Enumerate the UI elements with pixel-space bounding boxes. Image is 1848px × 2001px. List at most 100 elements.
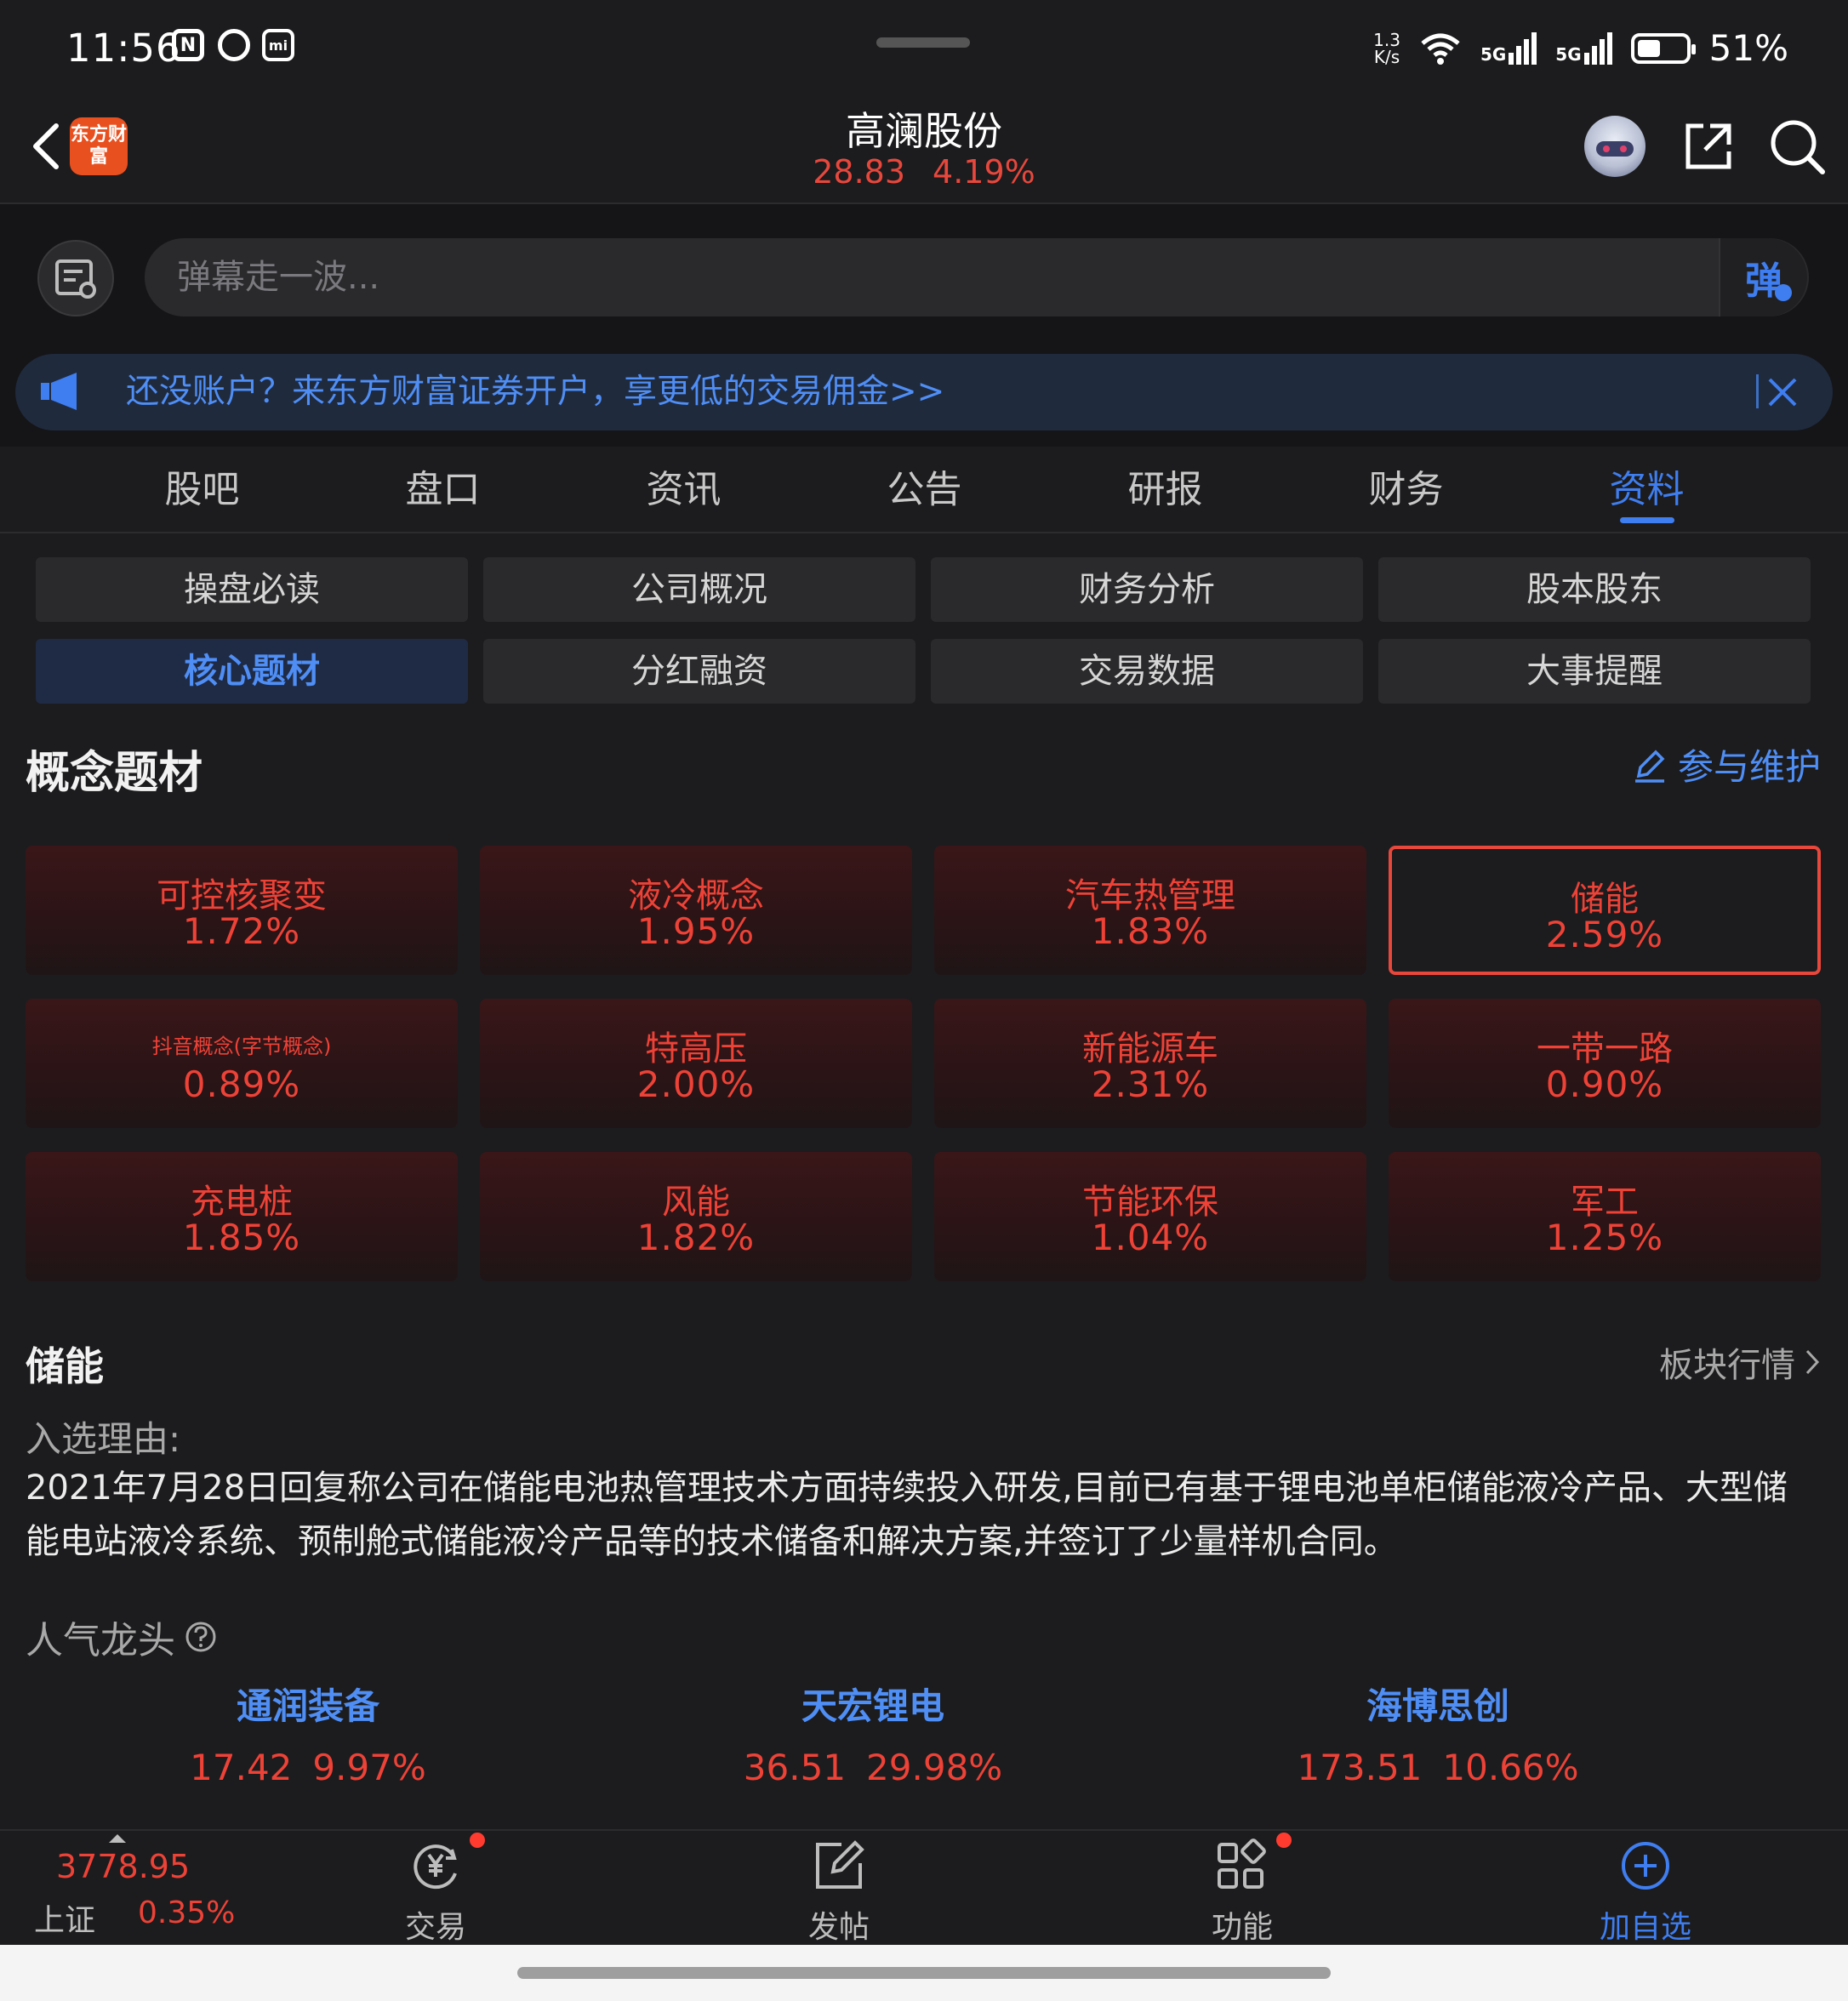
add-watchlist-label: 加自选 xyxy=(1599,1910,1691,1945)
tab-3[interactable]: 公告 xyxy=(804,447,1045,532)
danmu-input[interactable]: 弹幕走一波... xyxy=(145,238,1809,316)
status-right: 1.3 K/s 5G 5G 51% xyxy=(1373,27,1788,69)
signal-icon-1: 5G xyxy=(1480,31,1537,65)
close-icon[interactable] xyxy=(1761,371,1804,413)
tab-1[interactable]: 盘口 xyxy=(322,447,563,532)
leader-stock[interactable]: 通润装备 17.42 9.97% xyxy=(95,1678,521,1788)
detail-title: 储能 xyxy=(26,1343,104,1389)
maintain-label: 参与维护 xyxy=(1678,746,1822,788)
concept-card[interactable]: 抖音概念(字节概念) 0.89% xyxy=(26,999,458,1128)
leader-change: 9.97% xyxy=(312,1747,426,1788)
concept-card[interactable]: 风能 1.82% xyxy=(480,1152,912,1281)
add-watchlist-button[interactable]: 加自选 xyxy=(1552,1836,1739,1947)
help-icon[interactable] xyxy=(184,1620,218,1654)
concept-card[interactable]: 节能环保 1.04% xyxy=(934,1152,1366,1281)
maintain-button[interactable]: 参与维护 xyxy=(1632,738,1821,790)
tab-5[interactable]: 财务 xyxy=(1286,447,1526,532)
stock-change: 4.19% xyxy=(933,153,1035,191)
tab-6[interactable]: 资料 xyxy=(1526,447,1767,532)
sector-quote-link[interactable]: 板块行情 xyxy=(1659,1337,1821,1387)
wifi-icon xyxy=(1421,33,1460,65)
battery-icon xyxy=(1630,32,1696,64)
mi-icon: mi xyxy=(262,29,294,61)
post-button[interactable]: 发帖 xyxy=(745,1836,933,1947)
concept-change: 1.25% xyxy=(1545,1217,1664,1258)
concept-change: 1.72% xyxy=(182,910,301,952)
notification-dot xyxy=(470,1833,485,1848)
robot-assistant-icon[interactable] xyxy=(1584,116,1646,177)
leader-price: 17.42 xyxy=(190,1747,293,1788)
concept-name: 风能 xyxy=(662,1183,730,1222)
concept-name: 液冷概念 xyxy=(628,876,764,915)
index-name[interactable]: 上证 xyxy=(34,1896,95,1940)
reason-label: 入选理由: xyxy=(26,1418,181,1460)
concept-card[interactable]: 军工 1.25% xyxy=(1389,1152,1821,1281)
concept-card[interactable]: 液冷概念 1.95% xyxy=(480,846,912,975)
grid-function-icon xyxy=(1218,1839,1266,1889)
danmu-settings-icon xyxy=(55,259,96,299)
home-indicator[interactable] xyxy=(517,1967,1331,1979)
concept-card[interactable]: 充电桩 1.85% xyxy=(26,1152,458,1281)
concept-change: 1.85% xyxy=(182,1217,301,1258)
subtab-5[interactable]: 分红融资 xyxy=(483,639,915,704)
alarm-icon xyxy=(218,29,250,61)
promo-text[interactable]: 还没账户？来东方财富证券开户，享更低的交易佣金>> xyxy=(126,354,944,430)
drag-handle[interactable] xyxy=(876,37,970,48)
tab-0[interactable]: 股吧 xyxy=(82,447,322,532)
subtab-4[interactable]: 核心题材 xyxy=(36,639,468,704)
leader-change: 10.66% xyxy=(1442,1747,1579,1788)
leader-stock[interactable]: 海博思创 173.51 10.66% xyxy=(1225,1678,1651,1788)
subtab-6[interactable]: 交易数据 xyxy=(931,639,1363,704)
subtab-2[interactable]: 财务分析 xyxy=(931,557,1363,622)
danmu-settings-button[interactable] xyxy=(37,240,114,316)
signal-icon-2: 5G xyxy=(1555,31,1612,65)
leader-stock[interactable]: 天宏锂电 36.51 29.98% xyxy=(660,1678,1086,1788)
concept-card[interactable]: 可控核聚变 1.72% xyxy=(26,846,458,975)
leader-quote: 173.51 10.66% xyxy=(1225,1747,1651,1788)
concept-card[interactable]: 特高压 2.00% xyxy=(480,999,912,1128)
concept-change: 2.00% xyxy=(636,1063,756,1105)
danmu-send-button[interactable]: 弹 xyxy=(1719,238,1807,316)
tab-4[interactable]: 研报 xyxy=(1045,447,1286,532)
subtab-0[interactable]: 操盘必读 xyxy=(36,557,468,622)
concept-name: 特高压 xyxy=(645,1029,747,1069)
page-title: 高澜股份 xyxy=(846,108,1002,154)
concept-card[interactable]: 一带一路 0.90% xyxy=(1389,999,1821,1128)
concept-change: 0.90% xyxy=(1545,1063,1664,1105)
trade-button[interactable]: 交易 xyxy=(342,1836,529,1947)
leader-name: 通润装备 xyxy=(236,1685,379,1727)
index-change[interactable]: 0.35% xyxy=(138,1896,235,1930)
concept-change: 1.95% xyxy=(636,910,756,952)
concept-name: 军工 xyxy=(1571,1183,1639,1222)
subtab-7[interactable]: 大事提醒 xyxy=(1378,639,1811,704)
tab-2[interactable]: 资讯 xyxy=(563,447,804,532)
subtab-3[interactable]: 股本股东 xyxy=(1378,557,1811,622)
function-label: 功能 xyxy=(1211,1910,1273,1945)
leader-quote: 17.42 9.97% xyxy=(95,1747,521,1788)
subtab-1[interactable]: 公司概况 xyxy=(483,557,915,622)
share-icon[interactable] xyxy=(1678,116,1739,177)
concept-name: 充电桩 xyxy=(191,1183,293,1222)
chevron-right-icon xyxy=(1805,1349,1820,1375)
concept-card[interactable]: 储能 2.59% xyxy=(1389,846,1821,975)
index-value[interactable]: 3778.95 xyxy=(56,1848,190,1885)
concept-name: 节能环保 xyxy=(1082,1183,1218,1222)
trade-label: 交易 xyxy=(404,1910,466,1945)
leader-change: 29.98% xyxy=(866,1747,1003,1788)
concept-name: 可控核聚变 xyxy=(157,876,327,915)
sector-quote-label: 板块行情 xyxy=(1659,1346,1795,1385)
banner-divider xyxy=(1756,374,1759,408)
battery-level: 51% xyxy=(1708,27,1788,69)
caret-up-icon xyxy=(109,1834,126,1843)
nfc-icon: N xyxy=(172,29,204,61)
search-icon[interactable] xyxy=(1766,116,1828,177)
notification-dot xyxy=(1276,1833,1292,1848)
leader-price: 173.51 xyxy=(1297,1747,1423,1788)
megaphone-icon xyxy=(41,373,77,410)
function-button[interactable]: 功能 xyxy=(1149,1836,1336,1947)
section-title: 概念题材 xyxy=(26,748,203,799)
concept-card[interactable]: 汽车热管理 1.83% xyxy=(934,846,1366,975)
concept-card[interactable]: 新能源车 2.31% xyxy=(934,999,1366,1128)
edit-post-icon xyxy=(816,1840,864,1889)
concept-name: 储能 xyxy=(1571,880,1639,919)
